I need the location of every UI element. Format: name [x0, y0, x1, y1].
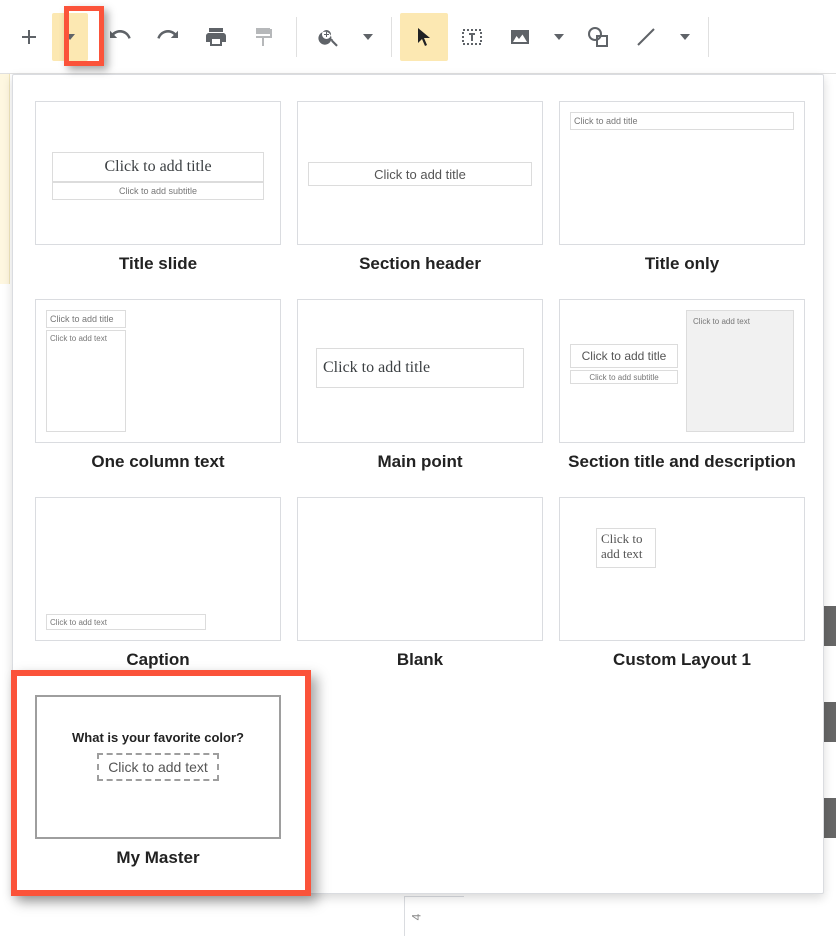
chevron-down-icon — [65, 34, 75, 40]
placeholder-body: Click to add text — [596, 528, 656, 568]
shape-icon — [586, 25, 610, 49]
toolbar-separator — [708, 17, 709, 57]
layout-option-section-header[interactable]: Click to add title Section header — [297, 101, 543, 293]
placeholder-body: Click to add text — [686, 310, 794, 432]
layout-thumbnail: Click to add text — [35, 497, 281, 641]
new-slide-dropdown-button[interactable] — [52, 13, 88, 61]
chevron-down-icon — [680, 34, 690, 40]
placeholder-title: Click to add title — [570, 112, 794, 130]
layout-thumbnail: Click to add title Click to add subtitle — [35, 101, 281, 245]
print-icon — [204, 25, 228, 49]
slide-panel-edge — [0, 74, 10, 284]
layout-thumbnail — [297, 497, 543, 641]
shape-button[interactable] — [574, 13, 622, 61]
layout-option-section-title-description[interactable]: Click to add title Click to add subtitle… — [559, 299, 805, 491]
line-button[interactable] — [622, 13, 670, 61]
layout-option-title-slide[interactable]: Click to add title Click to add subtitle… — [35, 101, 281, 293]
image-button[interactable] — [496, 13, 544, 61]
scrollbar-mark — [824, 606, 836, 646]
placeholder-subtitle: Click to add subtitle — [570, 370, 678, 384]
select-tool-button[interactable] — [400, 13, 448, 61]
layout-label: Blank — [397, 649, 443, 689]
undo-icon — [108, 25, 132, 49]
layout-thumbnail: Click to add title Click to add subtitle… — [559, 299, 805, 443]
textbox-button[interactable] — [448, 13, 496, 61]
image-dropdown-button[interactable] — [544, 13, 574, 61]
layout-thumbnail: Click to add title — [559, 101, 805, 245]
layout-label: Caption — [126, 649, 189, 689]
layout-label: Title slide — [119, 253, 197, 293]
layout-option-caption[interactable]: Click to add text Caption — [35, 497, 281, 689]
layout-thumbnail: Click to add text — [559, 497, 805, 641]
chevron-down-icon — [363, 34, 373, 40]
toolbar-separator — [296, 17, 297, 57]
placeholder-body: Click to add text — [97, 753, 219, 781]
zoom-button[interactable] — [305, 13, 353, 61]
placeholder-title: Click to add title — [570, 344, 678, 368]
placeholder-caption: Click to add text — [46, 614, 206, 630]
layout-picker-panel: Click to add title Click to add subtitle… — [12, 74, 824, 894]
toolbar-separator — [391, 17, 392, 57]
layout-label: Section header — [359, 253, 481, 293]
new-slide-button[interactable] — [6, 13, 52, 61]
layout-option-main-point[interactable]: Click to add title Main point — [297, 299, 543, 491]
layout-option-title-only[interactable]: Click to add title Title only — [559, 101, 805, 293]
zoom-dropdown-button[interactable] — [353, 13, 383, 61]
layout-option-my-master[interactable]: What is your favorite color? Click to ad… — [35, 695, 281, 887]
redo-button[interactable] — [144, 13, 192, 61]
placeholder-title: What is your favorite color? — [37, 727, 279, 747]
scrollbar-mark — [824, 798, 836, 838]
new-slide-split-button — [6, 13, 88, 61]
placeholder-title: Click to add title — [46, 310, 126, 328]
placeholder-subtitle: Click to add subtitle — [52, 182, 264, 200]
undo-button[interactable] — [96, 13, 144, 61]
layout-label: Section title and description — [568, 451, 796, 491]
layout-label: Title only — [645, 253, 719, 293]
plus-icon — [17, 25, 41, 49]
text-box-icon — [460, 25, 484, 49]
redo-icon — [156, 25, 180, 49]
zoom-in-icon — [317, 25, 341, 49]
layout-option-custom-layout-1[interactable]: Click to add text Custom Layout 1 — [559, 497, 805, 689]
image-icon — [508, 25, 532, 49]
placeholder-title: Click to add title — [316, 348, 524, 388]
paint-format-button[interactable] — [240, 13, 288, 61]
layout-label: Custom Layout 1 — [613, 649, 751, 689]
toolbar — [0, 0, 836, 74]
placeholder-title: Click to add title — [52, 152, 264, 182]
scrollbar-mark — [824, 702, 836, 742]
line-dropdown-button[interactable] — [670, 13, 700, 61]
print-button[interactable] — [192, 13, 240, 61]
cursor-icon — [412, 25, 436, 49]
layout-thumbnail: What is your favorite color? Click to ad… — [35, 695, 281, 839]
layout-label: Main point — [378, 451, 463, 491]
line-icon — [634, 25, 658, 49]
layout-option-blank[interactable]: Blank — [297, 497, 543, 689]
layout-thumbnail: Click to add title — [297, 101, 543, 245]
layout-label: My Master — [116, 847, 199, 887]
layout-option-one-column-text[interactable]: Click to add title Click to add text One… — [35, 299, 281, 491]
chevron-down-icon — [554, 34, 564, 40]
placeholder-body: Click to add text — [46, 330, 126, 432]
layout-thumbnail: Click to add title — [297, 299, 543, 443]
layout-thumbnail: Click to add title Click to add text — [35, 299, 281, 443]
ruler-fragment: 4 — [404, 896, 464, 936]
placeholder-title: Click to add title — [308, 162, 532, 186]
paint-roller-icon — [252, 25, 276, 49]
layout-label: One column text — [91, 451, 224, 491]
